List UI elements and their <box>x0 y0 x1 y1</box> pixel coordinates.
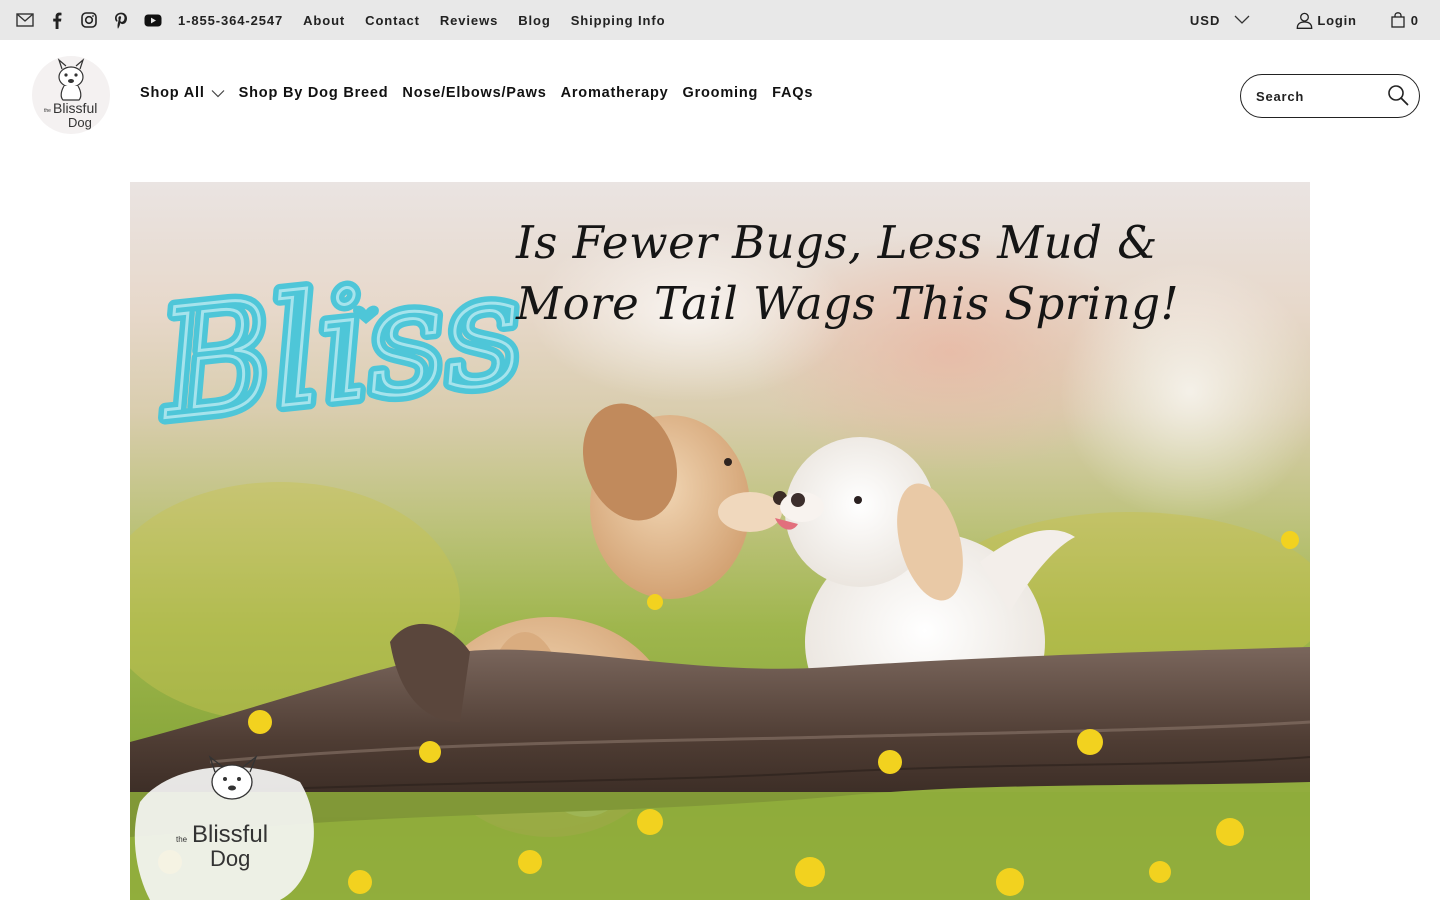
about-link[interactable]: About <box>303 13 345 28</box>
user-icon <box>1297 12 1313 29</box>
svg-text:Blissful: Blissful <box>192 821 268 848</box>
currency-selector[interactable]: USD <box>1190 13 1250 28</box>
pinterest-icon[interactable] <box>110 9 132 31</box>
blog-link[interactable]: Blog <box>518 13 550 28</box>
account-area: USD Login 0 <box>1190 0 1440 40</box>
cart-count: 0 <box>1410 12 1418 28</box>
login-label: Login <box>1317 12 1357 28</box>
nav-aromatherapy[interactable]: Aromatherapy <box>561 85 669 101</box>
svg-text:Blissful: Blissful <box>53 100 97 116</box>
svg-text:the: the <box>44 108 51 114</box>
nav-nose-elbows-paws[interactable]: Nose/Elbows/Paws <box>402 85 546 101</box>
hero-headline: Is Fewer Bugs, Less Mud & More Tail Wags… <box>516 212 1180 334</box>
youtube-icon[interactable] <box>142 9 164 31</box>
hero-banner[interactable]: Bliss Bliss the Blissful Dog Is Fewer Bu… <box>130 182 1310 900</box>
svg-text:Dog: Dog <box>210 846 250 871</box>
chevron-down-icon <box>211 89 225 98</box>
shipping-info-link[interactable]: Shipping Info <box>571 13 666 28</box>
search-box <box>1240 74 1420 118</box>
currency-value: USD <box>1189 12 1221 28</box>
shopping-bag-icon <box>1391 12 1405 28</box>
bliss-script: Bliss Bliss <box>143 235 536 460</box>
search-icon[interactable] <box>1387 84 1409 111</box>
nav-faqs[interactable]: FAQs <box>772 85 813 101</box>
site-header: the Blissful Dog Shop All Shop By Dog Br… <box>0 40 1440 152</box>
main-navigation: Shop All Shop By Dog Breed Nose/Elbows/P… <box>140 85 827 101</box>
nav-shop-all[interactable]: Shop All <box>140 85 225 101</box>
site-logo[interactable]: the Blissful Dog <box>28 55 114 135</box>
facebook-icon[interactable] <box>46 9 68 31</box>
utility-links: 1-855-364-2547 About Contact Reviews Blo… <box>178 13 685 28</box>
social-links <box>14 9 174 31</box>
login-link[interactable]: Login <box>1296 12 1356 29</box>
mail-icon[interactable] <box>14 9 36 31</box>
nav-shop-all-label: Shop All <box>140 85 205 101</box>
cart-button[interactable]: 0 <box>1391 12 1418 28</box>
instagram-icon[interactable] <box>78 9 100 31</box>
nav-grooming[interactable]: Grooming <box>683 85 759 101</box>
top-utility-bar: 1-855-364-2547 About Contact Reviews Blo… <box>0 0 1440 40</box>
contact-link[interactable]: Contact <box>365 13 420 28</box>
chevron-down-icon <box>1234 15 1250 24</box>
search-input[interactable] <box>1256 88 1386 104</box>
hero-headline-line-2: More Tail Wags This Spring! <box>516 277 1180 330</box>
svg-text:Dog: Dog <box>68 115 92 130</box>
reviews-link[interactable]: Reviews <box>440 13 498 28</box>
phone-link[interactable]: 1-855-364-2547 <box>178 13 283 28</box>
svg-text:the: the <box>176 835 188 844</box>
nav-shop-by-dog-breed[interactable]: Shop By Dog Breed <box>239 85 389 101</box>
bliss-word-highlight: Bliss <box>150 242 529 453</box>
hero-headline-line-1: Is Fewer Bugs, Less Mud & <box>516 216 1158 269</box>
